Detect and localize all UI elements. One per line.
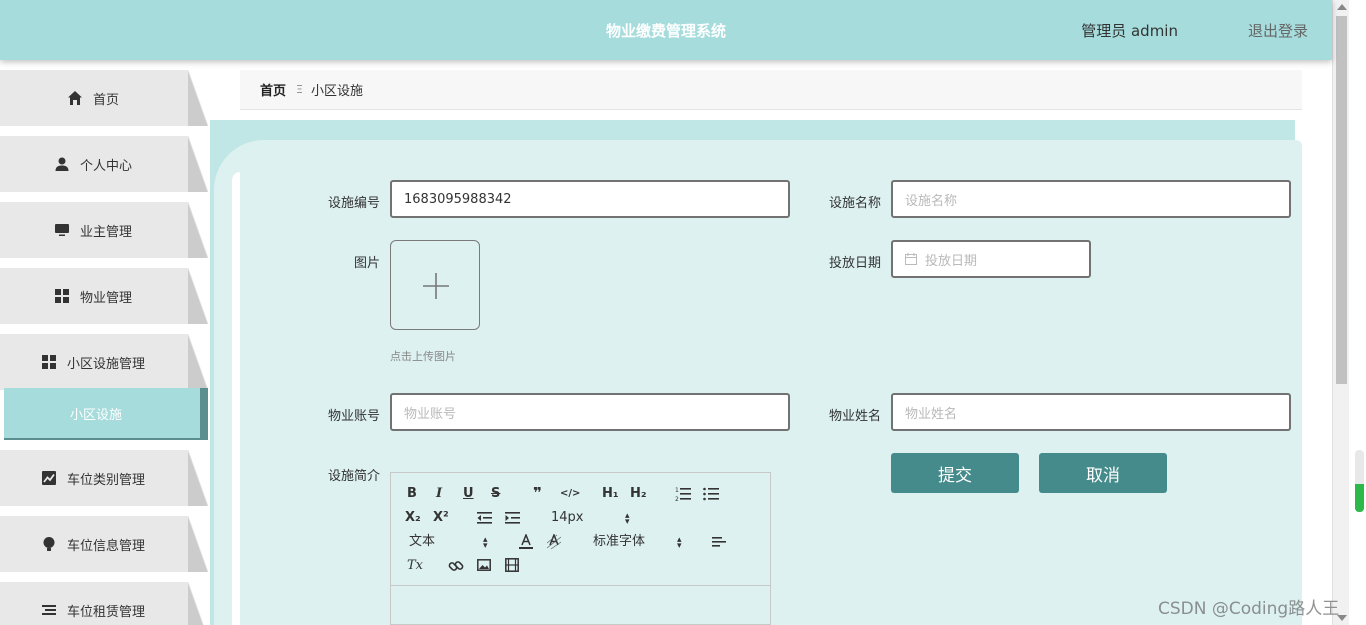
indent-icon[interactable] [504,510,520,526]
home-icon [67,91,82,105]
code-block-button[interactable]: </> [560,486,580,502]
sidebar-item-label: 车位信息管理 [66,538,145,554]
cancel-button[interactable]: 取消 [1039,453,1167,493]
chart-icon [41,471,56,485]
top-header: 物业缴费管理系统 管理员 admin 退出登录 [0,0,1332,60]
sidebar-item-facility[interactable]: 小区设施管理 [0,334,208,390]
user-icon [55,157,69,171]
date-input[interactable]: 投放日期 [891,240,1091,278]
monitor-icon [54,224,69,236]
header-select[interactable]: 文本 [409,534,435,550]
code-label: 设施编号 [327,196,380,211]
staff-label: 物业姓名 [828,409,881,424]
header-arrows-icon: ▾ [483,541,488,551]
name-input[interactable]: 设施名称 [891,180,1291,218]
sidebar-item-profile[interactable]: 个人中心 [0,136,208,192]
date-label: 投放日期 [828,256,881,271]
font-family-arrows-icon: ▾ [677,541,682,551]
intro-label: 设施简介 [327,469,380,484]
image-upload[interactable] [390,240,480,330]
blockquote-button[interactable]: ❞ [533,485,542,501]
sidebar-item-label: 首页 [92,92,119,108]
italic-button[interactable]: I [436,486,442,502]
sidebar-item-label: 物业管理 [79,290,132,306]
background-color-icon[interactable] [547,534,561,550]
plus-icon [423,273,449,299]
sidebar-item-parking-rent[interactable]: 车位租赁管理 [0,582,208,625]
font-color-icon[interactable] [519,534,533,550]
scroll-thumb[interactable] [1336,16,1347,384]
sidebar-item-owner[interactable]: 业主管理 [0,202,208,258]
current-user: 管理员 admin [1081,22,1178,40]
video-icon[interactable] [505,558,519,572]
subscript-button[interactable]: X₂ [405,510,421,526]
editor-toolbar: B I U S ❞ </> H₁ H₂ 12 X₂ X² 14px ▴ ▾ 文本… [391,473,770,586]
list-icon [41,605,56,615]
sidebar-item-label: 车位类别管理 [66,472,145,488]
clear-format-button[interactable]: Tx [407,558,423,574]
h1-button[interactable]: H₁ [602,486,619,502]
submit-button[interactable]: 提交 [891,453,1019,493]
font-size-select[interactable]: 14px [551,510,584,526]
upload-tip: 点击上传图片 [390,350,456,363]
bold-button[interactable]: B [407,486,417,502]
image-icon[interactable] [477,558,491,572]
sidebar-item-property[interactable]: 物业管理 [0,268,208,324]
sidebar-subitem-label: 小区设施 [69,407,122,423]
card-edge [232,172,240,625]
link-icon[interactable] [448,558,464,574]
name-label: 设施名称 [828,196,881,211]
sidebar-item-parking-type[interactable]: 车位类别管理 [0,450,208,506]
side-indicator [1355,450,1364,512]
watermark: CSDN @Coding路人王 [1158,599,1340,619]
image-label: 图片 [353,256,380,271]
date-placeholder: 投放日期 [925,253,978,269]
breadcrumb: 首页 Ξ 小区设施 [240,70,1302,110]
grid-icon [41,355,56,369]
breadcrumb-separator: Ξ [296,83,303,96]
account-input[interactable]: 物业账号 [390,393,790,431]
underline-button[interactable]: U [463,486,474,502]
bullet-list-icon[interactable] [703,486,719,502]
svg-text:1: 1 [675,487,679,494]
scroll-up-icon[interactable] [1337,4,1347,10]
ordered-list-icon[interactable]: 12 [675,486,691,502]
page-scrollbar[interactable] [1332,0,1349,625]
bulb-icon [43,537,55,551]
font-size-arrows-icon: ▾ [625,517,630,527]
font-family-select[interactable]: 标准字体 [593,534,645,550]
sidebar: 首页 个人中心 业主管理 物业管理 小区设施管理 小区设施 车位类别管理 车位信… [0,60,210,625]
sidebar-item-label: 小区设施管理 [66,356,145,372]
indicator-fill [1355,484,1364,512]
sidebar-item-parking-info[interactable]: 车位信息管理 [0,516,208,572]
superscript-button[interactable]: X² [433,510,449,526]
breadcrumb-current: 小区设施 [310,84,363,99]
h2-button[interactable]: H₂ [630,486,647,502]
sidebar-subitem-facility[interactable]: 小区设施 [4,388,208,440]
rich-text-editor[interactable]: B I U S ❞ </> H₁ H₂ 12 X₂ X² 14px ▴ ▾ 文本… [390,472,771,625]
logout-link[interactable]: 退出登录 [1248,20,1308,41]
outdent-icon[interactable] [476,510,492,526]
breadcrumb-home[interactable]: 首页 [260,80,286,99]
strike-button[interactable]: S [491,486,500,502]
sidebar-item-label: 业主管理 [79,224,132,240]
grid-icon [54,289,69,303]
calendar-icon [905,253,917,265]
sidebar-item-label: 车位租赁管理 [66,604,145,620]
sidebar-item-home[interactable]: 首页 [0,70,208,126]
staff-input[interactable]: 物业姓名 [891,393,1291,431]
align-left-icon[interactable] [712,534,726,550]
svg-text:2: 2 [675,496,679,502]
sidebar-item-label: 个人中心 [79,158,132,174]
account-label: 物业账号 [327,409,380,424]
code-input[interactable]: 1683095988342 [390,180,790,218]
